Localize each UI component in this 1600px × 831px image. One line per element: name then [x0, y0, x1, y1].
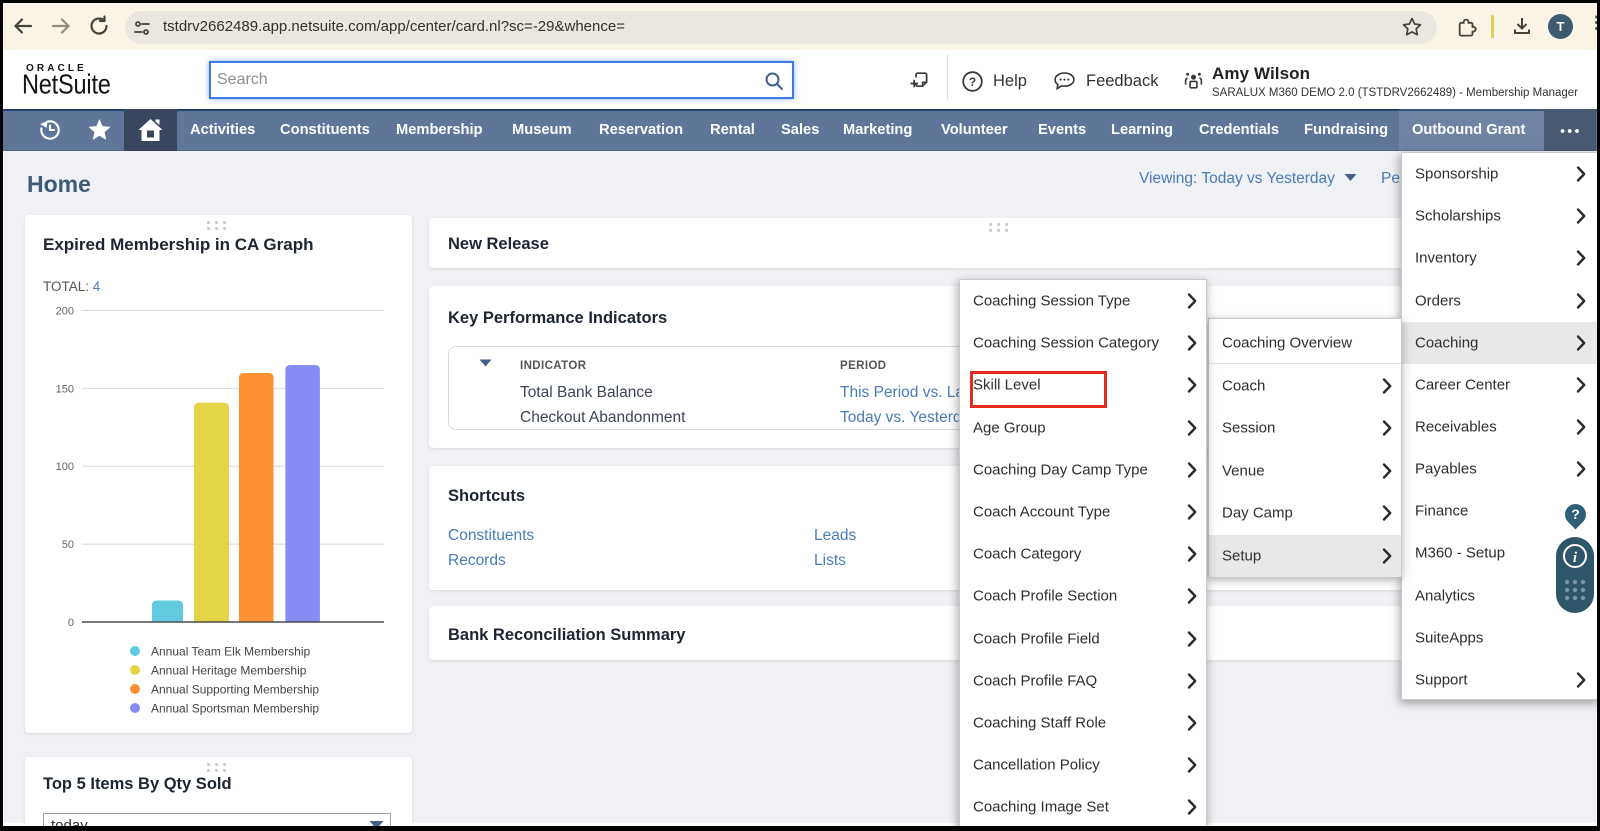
- svg-text:Annual Supporting Membership: Annual Supporting Membership: [151, 683, 319, 697]
- svg-text:0: 0: [68, 617, 74, 629]
- svg-text:150: 150: [56, 383, 74, 395]
- svg-text:200: 200: [56, 306, 74, 318]
- svg-text:?: ?: [969, 75, 976, 89]
- svg-text:Annual Sportsman Membership: Annual Sportsman Membership: [151, 702, 319, 716]
- svg-text:Annual Heritage Membership: Annual Heritage Membership: [151, 664, 307, 678]
- svg-text:100: 100: [56, 461, 74, 473]
- svg-text:50: 50: [62, 539, 74, 551]
- svg-text:Annual Team Elk Membership: Annual Team Elk Membership: [151, 645, 311, 659]
